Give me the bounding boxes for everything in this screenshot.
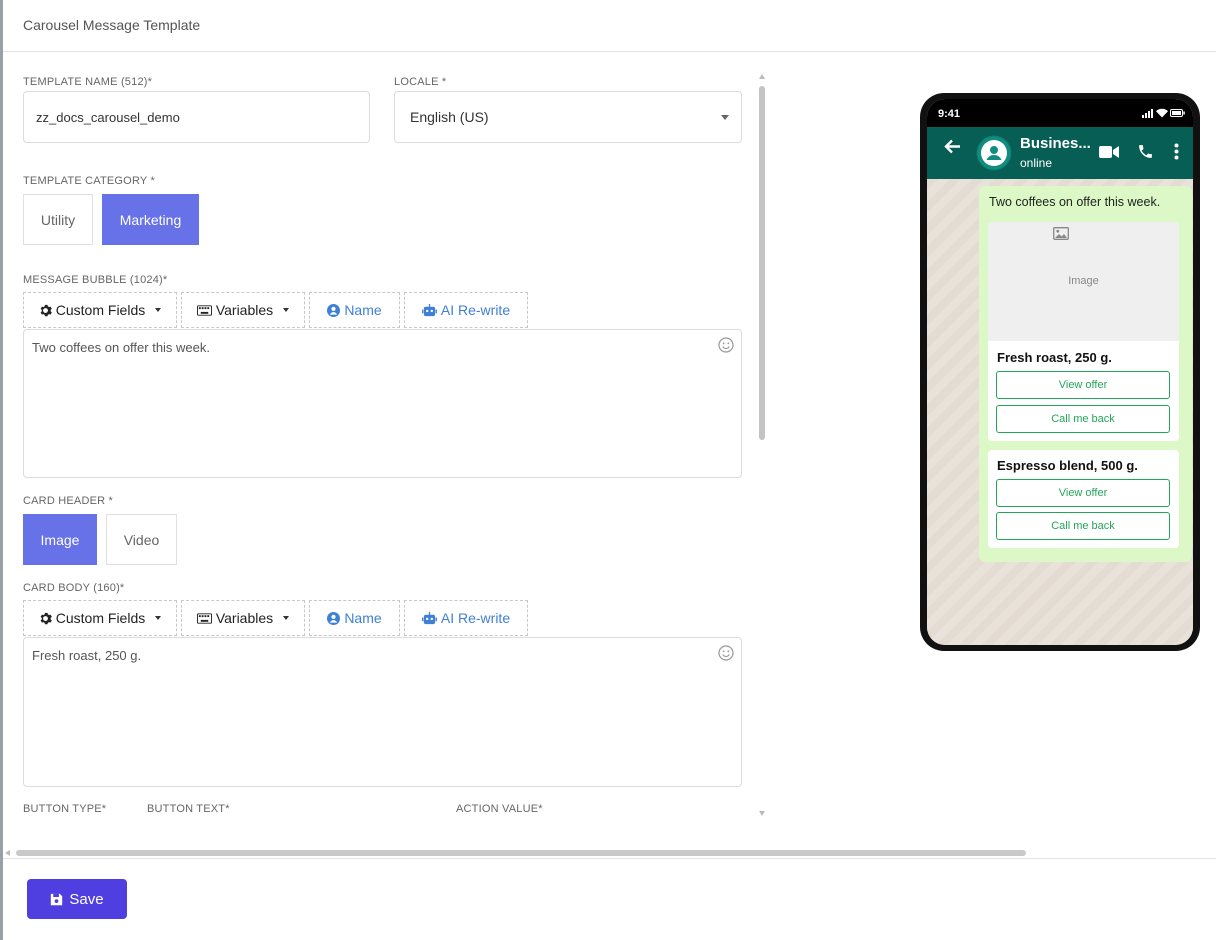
- card-body-textarea[interactable]: Fresh roast, 250 g.: [23, 637, 742, 787]
- chat-area: Two coffees on offer this week. Image Fr…: [927, 179, 1193, 645]
- caret-down-icon: [155, 616, 162, 620]
- variables-label: Variables: [215, 302, 274, 318]
- variables-dropdown[interactable]: Variables: [181, 600, 305, 636]
- card-body-text: Fresh roast, 250 g.: [997, 350, 1112, 365]
- keyboard-icon: [196, 612, 212, 624]
- bubble-text: Two coffees on offer this week.: [989, 195, 1161, 209]
- battery-icon: [1170, 109, 1185, 117]
- button-type-label: BUTTON TYPE*: [23, 803, 107, 815]
- caret-down-icon: [283, 308, 290, 312]
- ai-rewrite-label: AI Re-write: [440, 302, 511, 318]
- carousel-card: Espresso blend, 500 g. View offer Call m…: [988, 450, 1179, 548]
- custom-fields-label: Custom Fields: [55, 302, 146, 318]
- custom-fields-label: Custom Fields: [55, 610, 146, 626]
- name-label: Name: [344, 610, 382, 626]
- view-offer-button[interactable]: View offer: [996, 371, 1170, 399]
- card-header-video-button[interactable]: Video: [106, 514, 177, 565]
- image-placeholder-label: Image: [1068, 275, 1099, 287]
- template-category-label: TEMPLATE CATEGORY *: [23, 175, 155, 187]
- name-insert-button[interactable]: Name: [309, 600, 400, 636]
- video-call-icon[interactable]: [1099, 145, 1119, 159]
- message-bubble-text: Two coffees on offer this week.: [32, 340, 211, 355]
- emoji-icon[interactable]: [718, 337, 734, 353]
- status-time: 9:41: [938, 108, 961, 120]
- category-utility-button[interactable]: Utility: [23, 194, 93, 245]
- category-marketing-button[interactable]: Marketing: [102, 194, 199, 245]
- ai-rewrite-button[interactable]: AI Re-write: [404, 600, 528, 636]
- chevron-down-icon: [721, 115, 729, 120]
- signal-icon: [1142, 109, 1153, 118]
- vertical-scrollbar-thumb[interactable]: [759, 86, 765, 440]
- horizontal-scrollbar-thumb[interactable]: [16, 850, 1026, 856]
- save-button[interactable]: Save: [27, 879, 127, 919]
- template-name-input[interactable]: zz_docs_carousel_demo: [23, 91, 370, 143]
- card-header-label: CARD HEADER *: [23, 495, 114, 507]
- user-circle-icon: [327, 303, 341, 317]
- card-body-text: Espresso blend, 500 g.: [997, 458, 1138, 473]
- phone-preview: 9:41 Busines... online Two coffees on of…: [920, 93, 1200, 651]
- template-name-label: TEMPLATE NAME (512)*: [23, 76, 153, 88]
- card-body-label: CARD BODY (160)*: [23, 582, 125, 594]
- card-image-placeholder: Image: [988, 222, 1179, 341]
- emoji-icon[interactable]: [718, 645, 734, 661]
- avatar: [976, 135, 1012, 171]
- scroll-left-arrow[interactable]: [5, 850, 10, 856]
- business-status: online: [1020, 156, 1053, 170]
- message-bubble-textarea[interactable]: Two coffees on offer this week.: [23, 329, 742, 478]
- chat-topbar: Busines... online: [927, 127, 1193, 179]
- name-label: Name: [344, 302, 382, 318]
- wifi-icon: [1156, 108, 1168, 118]
- locale-label: LOCALE *: [394, 76, 447, 88]
- business-name: Busines...: [1020, 135, 1091, 152]
- save-label: Save: [69, 890, 104, 908]
- call-me-back-button[interactable]: Call me back: [996, 405, 1170, 433]
- name-insert-button[interactable]: Name: [309, 292, 400, 328]
- message-bubble-label: MESSAGE BUBBLE (1024)*: [23, 274, 168, 286]
- view-offer-button[interactable]: View offer: [996, 479, 1170, 507]
- card-header-image-button[interactable]: Image: [23, 514, 97, 565]
- caret-down-icon: [155, 308, 162, 312]
- carousel-card: Image Fresh roast, 250 g. View offer Cal…: [988, 222, 1179, 441]
- robot-icon: [421, 303, 437, 316]
- carousel-message-bubble: Two coffees on offer this week. Image Fr…: [979, 186, 1192, 562]
- caret-down-icon: [283, 616, 290, 620]
- ai-rewrite-label: AI Re-write: [440, 610, 511, 626]
- robot-icon: [421, 611, 437, 624]
- more-vertical-icon[interactable]: [1174, 143, 1179, 160]
- scroll-down-arrow[interactable]: [759, 811, 765, 816]
- variables-label: Variables: [215, 610, 274, 626]
- locale-value: English (US): [410, 109, 489, 125]
- custom-fields-dropdown[interactable]: Custom Fields: [23, 600, 177, 636]
- card-body-text: Fresh roast, 250 g.: [32, 648, 142, 663]
- ai-rewrite-button[interactable]: AI Re-write: [404, 292, 528, 328]
- floppy-disk-icon: [51, 893, 63, 905]
- scroll-up-arrow[interactable]: [759, 74, 765, 79]
- page-title: Carousel Message Template: [23, 17, 201, 33]
- gear-icon: [40, 304, 52, 316]
- variables-dropdown[interactable]: Variables: [181, 292, 305, 328]
- keyboard-icon: [196, 304, 212, 316]
- left-edge-strip: [0, 0, 3, 940]
- phone-screen: 9:41 Busines... online Two coffees on of…: [927, 99, 1193, 645]
- gear-icon: [40, 612, 52, 624]
- image-icon: [1053, 227, 1069, 240]
- footer-divider: [3, 858, 1216, 859]
- phone-call-icon[interactable]: [1137, 143, 1154, 160]
- modal-header: Carousel Message Template: [3, 0, 1216, 52]
- back-arrow-icon[interactable]: [944, 139, 961, 154]
- call-me-back-button[interactable]: Call me back: [996, 512, 1170, 540]
- button-text-label: BUTTON TEXT*: [147, 803, 230, 815]
- locale-select[interactable]: English (US): [394, 91, 742, 143]
- user-circle-icon: [327, 611, 341, 625]
- status-bar: 9:41: [927, 99, 1193, 127]
- custom-fields-dropdown[interactable]: Custom Fields: [23, 292, 177, 328]
- action-value-label: ACTION VALUE*: [456, 803, 543, 815]
